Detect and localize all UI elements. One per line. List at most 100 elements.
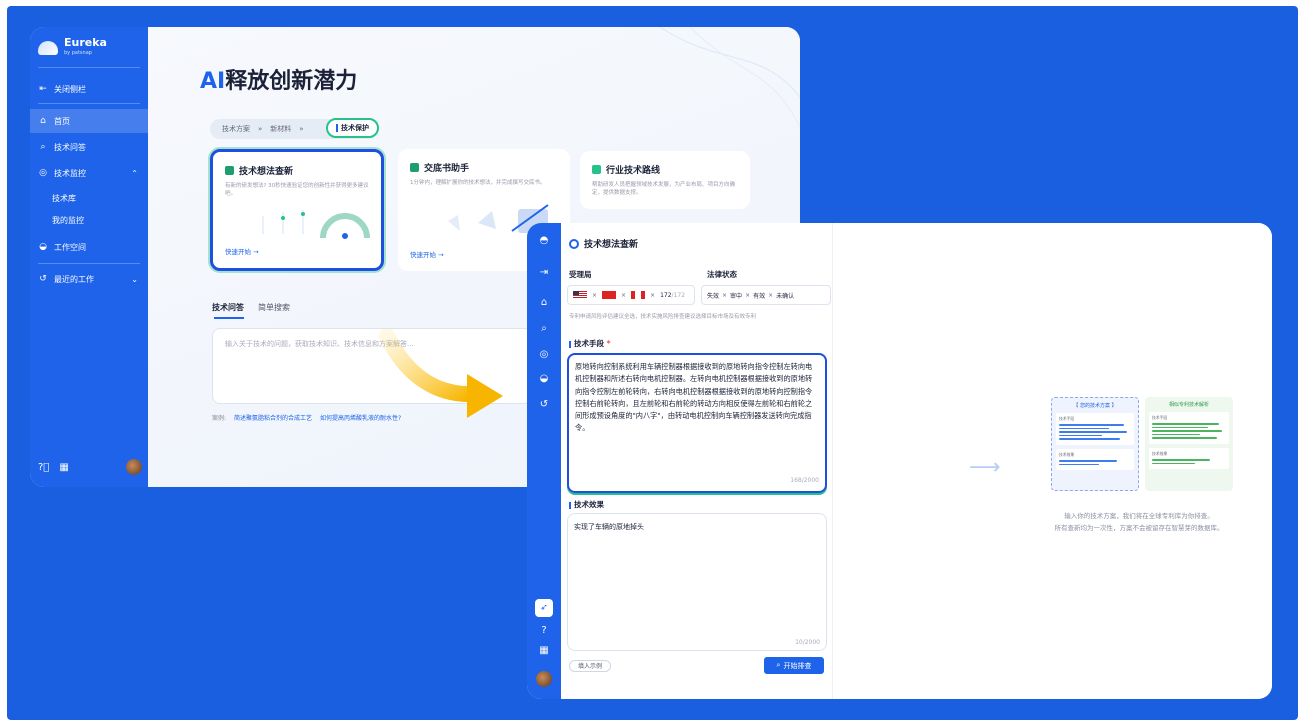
search-icon: ⌕ — [40, 142, 46, 152]
card-tech-roadmap[interactable]: 行业技术路线 帮助研发人员把握领域技术发展，为产业布局、项目方向确定，提供数据支… — [580, 151, 750, 209]
avatar[interactable] — [536, 671, 552, 687]
remove-chip-icon[interactable]: × — [592, 292, 597, 299]
eureka-logo-icon — [38, 41, 58, 55]
sidebar-subitem-techlib[interactable]: 技术库 — [52, 193, 76, 204]
preview-your-solution: 【 您的技术方案 】 技术手段 技术效果 — [1051, 397, 1139, 491]
status-chip: 审中 — [730, 292, 743, 300]
apps-grid-icon[interactable]: ▦ — [59, 462, 68, 473]
sidebar-item-qa[interactable]: ⌕ 技术问答 — [30, 135, 148, 159]
avatar[interactable] — [126, 459, 142, 475]
arrow-right-icon: ⟶ — [969, 455, 1001, 480]
tech-means-label-text: 技术手段 — [574, 339, 604, 348]
sidebar-item-monitor[interactable]: ◎ 技术监控 ⌃ — [30, 161, 148, 185]
card-title: 技术想法查新 — [239, 167, 294, 177]
label-bar-icon — [569, 501, 571, 509]
tech-effect-textarea[interactable]: 实现了车辆的原地掉头 10/2000 — [567, 513, 827, 651]
caption-line: 所有查新均为一次性，方案不会被留存在智慧芽的数据库。 — [1054, 524, 1224, 532]
preview-section-title: 技术效果 — [1059, 451, 1075, 457]
remove-chip-icon[interactable]: × — [722, 292, 727, 299]
preview-similar-patents: 相似专利技术解析 技术手段 技术效果 — [1145, 397, 1233, 491]
breadcrumb-active[interactable]: 技术保护 — [326, 118, 379, 138]
card-title: 行业技术路线 — [606, 166, 661, 176]
sidebar-item-label: 最近的工作 — [54, 274, 94, 284]
sidebar-subitem-mymonitor[interactable]: 我的监控 — [52, 215, 84, 226]
help-icon[interactable]: ? — [527, 625, 561, 636]
sidebar-divider — [38, 103, 140, 104]
tab-indicator — [214, 317, 244, 319]
example-link[interactable]: 简述聚氨脂粘合剂的合成工艺 — [234, 413, 312, 422]
rocket-icon[interactable]: ➶ — [535, 599, 553, 617]
start-check-button[interactable]: ⌕ 开始排查 — [764, 657, 824, 674]
sidebar-item-workspace[interactable]: ◒ 工作空间 — [30, 235, 148, 259]
preview-caption: 输入你的技术方案，我们将在全球专利库为你排查。 所有查新均为一次性，方案不会被留… — [1029, 510, 1249, 534]
monitor-icon[interactable]: ◎ — [527, 349, 561, 360]
decorative-swirl — [659, 27, 800, 128]
chevron-down-icon: ⌄ — [131, 274, 138, 284]
sidebar-item-recent[interactable]: ↺ 最近的工作 ⌄ — [30, 267, 148, 291]
us-flag-icon — [573, 291, 587, 299]
chevron-right-icon: » — [299, 125, 304, 133]
page-title-ai: AI — [200, 69, 226, 94]
tab-qa[interactable]: 技术问答 — [212, 302, 244, 313]
preview-section: 技术手段 — [1056, 413, 1134, 445]
tech-means-textarea[interactable]: 原地转向控制系统利用车辆控制器根据接收到的原地转向指令控制左转向电机控制器和所述… — [567, 353, 827, 493]
apps-grid-icon[interactable]: ▦ — [527, 645, 561, 656]
search-icon: ⌕ — [776, 661, 781, 669]
sidebar-collapse-button[interactable]: ⇤ 关闭侧栏 — [30, 77, 148, 101]
collapse-icon: ⇤ — [39, 84, 47, 94]
authority-label: 受理局 — [569, 270, 592, 279]
examples-label: 案例: — [212, 415, 227, 422]
workspace-icon[interactable]: ◒ — [527, 373, 561, 384]
required-mark: * — [606, 339, 611, 348]
tech-means-text: 原地转向控制系统利用车辆控制器根据接收到的原地转向指令控制左转向电机控制器和所述… — [575, 362, 813, 433]
authority-select[interactable]: × × × 172/172 — [567, 285, 695, 305]
sidebar-item-label: 工作空间 — [54, 242, 86, 252]
eureka-logo-icon[interactable]: ◓ — [527, 235, 561, 246]
preview-head: 相似专利技术解析 — [1168, 402, 1209, 408]
sidebar-item-home[interactable]: ⌂ 首页 — [30, 109, 148, 133]
page-title-text: 释放创新潜力 — [225, 69, 358, 94]
breadcrumb-item[interactable]: 新材料 — [270, 124, 291, 134]
sidebar-item-label: 首页 — [54, 116, 70, 126]
active-bar-icon — [336, 124, 338, 132]
quick-start-link[interactable]: 快速开始 → — [410, 249, 444, 259]
remove-chip-icon[interactable]: × — [650, 292, 655, 299]
idea-check-window: ◓ ⇥ ⌂ ⌕ ◎ ◒ ↺ ➶ ? ▦ 技术想法查新 受理局 × × × 172… — [527, 223, 1272, 699]
doc-icon — [410, 163, 419, 172]
sidebar-item-label: 技术问答 — [54, 142, 86, 152]
cn-flag-icon — [602, 291, 617, 299]
preview-section: 技术效果 — [1056, 448, 1134, 471]
history-icon[interactable]: ↺ — [527, 399, 561, 410]
idea-check-icon — [569, 238, 579, 249]
search-icon[interactable]: ⌕ — [527, 323, 561, 334]
preview-section-title: 技术手段 — [1059, 416, 1075, 421]
help-icon[interactable]: ?⃝ — [38, 462, 49, 473]
ca-flag-icon — [631, 291, 646, 299]
preview-section: 技术手段 — [1149, 412, 1229, 444]
label-bar-icon — [569, 340, 571, 348]
remove-chip-icon[interactable]: × — [745, 292, 750, 299]
home-icon[interactable]: ⌂ — [527, 297, 561, 308]
tech-means-label: 技术手段 * — [569, 338, 611, 349]
tab-simple-search[interactable]: 简单搜索 — [258, 302, 290, 313]
quick-start-link[interactable]: 快速开始 → — [225, 246, 259, 256]
legal-status-select[interactable]: 失效 × 审中 × 有效 × 未确认 — [701, 285, 831, 305]
breadcrumb-item[interactable]: 技术方案 — [222, 124, 250, 134]
doc-icon — [225, 166, 234, 175]
remove-chip-icon[interactable]: × — [621, 292, 626, 299]
history-icon: ↺ — [39, 274, 47, 284]
form-title-text: 技术想法查新 — [584, 240, 639, 250]
tech-effect-label-text: 技术效果 — [574, 500, 604, 509]
remove-chip-icon[interactable]: × — [768, 292, 773, 299]
filter-hint: 专利申请风险评估建议全选，技术实施风险排查建议选择目标市场及有效专利 — [569, 314, 757, 320]
fill-example-button[interactable]: 填入示例 — [569, 660, 612, 672]
brand-logo[interactable]: Eureka by patsnap — [38, 37, 107, 59]
search-tabs: 技术问答 简单搜索 — [212, 302, 290, 313]
expand-sidebar-icon[interactable]: ⇥ — [527, 267, 561, 278]
status-chip: 有效 — [753, 292, 766, 300]
roadmap-icon — [592, 165, 601, 174]
result-preview: ⟶ 【 您的技术方案 】 技术手段 技术效果 相似专利技术解析 技术手段 技术效… — [833, 223, 1272, 699]
breadcrumb-active-label: 技术保护 — [341, 124, 369, 132]
card-idea-check[interactable]: 技术想法查新 有新的研发想法? 30秒快速验证您的创新性并获得更多建议吧。 快速… — [210, 149, 384, 271]
status-chip: 失效 — [707, 292, 720, 300]
